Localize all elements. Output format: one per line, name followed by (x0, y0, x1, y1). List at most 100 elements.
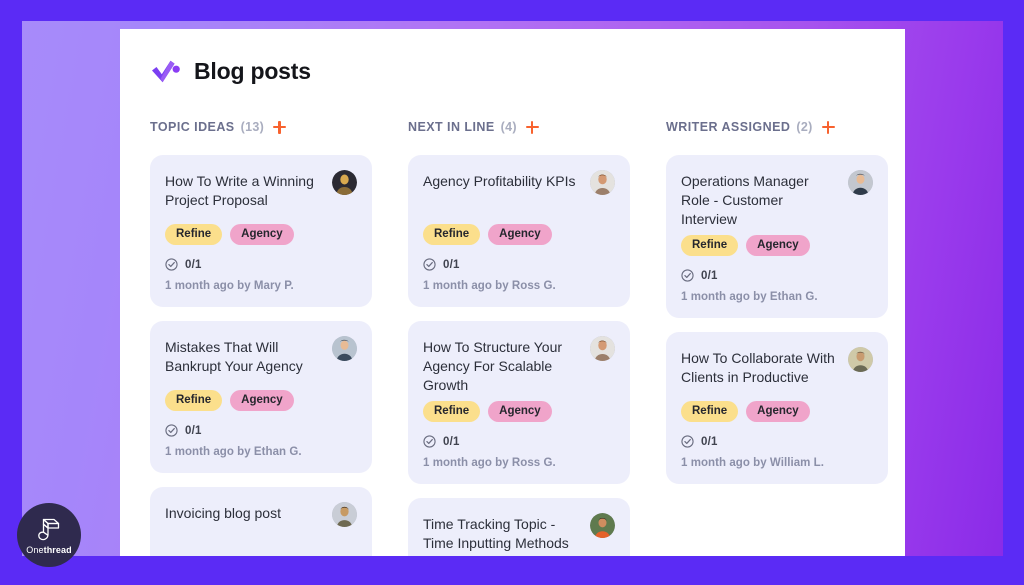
subtask-count: 0/1 (185, 258, 202, 271)
tag-agency[interactable]: Agency (230, 390, 294, 411)
card-meta: 0/1 (681, 269, 873, 282)
tag-refine[interactable]: Refine (681, 401, 739, 422)
card-footer: 1 month ago by Ross G. (423, 457, 556, 469)
tag-agency[interactable]: Agency (488, 401, 552, 422)
column-title: WRITER ASSIGNED (666, 120, 791, 134)
avatar[interactable] (848, 347, 873, 372)
card-list: Operations Manager Role - Customer Inter… (666, 155, 888, 484)
column-title: TOPIC IDEAS (150, 120, 235, 134)
card-title: How To Structure Your Agency For Scalabl… (423, 339, 563, 393)
card-title: Mistakes That Will Bankrupt Your Agency (165, 339, 303, 374)
plus-icon[interactable] (273, 120, 287, 134)
card-title: Time Tracking Topic - Time Inputting Met… (423, 516, 569, 551)
board-column-next-in-line: NEXT IN LINE (4) Agency Profitability KP… (408, 118, 630, 556)
avatar[interactable] (590, 513, 615, 538)
subtask-count: 0/1 (443, 435, 460, 448)
card-top: Mistakes That Will Bankrupt Your Agency (165, 336, 357, 384)
subtask-count: 0/1 (701, 269, 718, 282)
subtask-count: 0/1 (185, 424, 202, 437)
check-logo-icon (152, 60, 180, 82)
avatar[interactable] (590, 336, 615, 361)
column-count: (4) (500, 120, 517, 134)
card-top: How To Collaborate With Clients in Produ… (681, 347, 873, 395)
tag-refine[interactable]: Refine (423, 224, 481, 245)
badge-prefix: One (26, 544, 44, 555)
tag-list: Refine Agency (423, 224, 615, 245)
task-card[interactable]: How To Write a Winning Project Proposal … (150, 155, 372, 307)
tag-list: Refine Agency (423, 401, 615, 422)
plus-icon[interactable] (525, 120, 539, 134)
check-circle-icon (423, 435, 436, 448)
card-top: Operations Manager Role - Customer Inter… (681, 170, 873, 229)
card-top: Invoicing blog post (165, 502, 357, 550)
board-column-topic-ideas: TOPIC IDEAS (13) How To Write a Winning … (150, 118, 372, 556)
card-footer: 1 month ago by Mary P. (165, 280, 294, 292)
card-footer: 1 month ago by Ross G. (423, 280, 556, 292)
tag-agency[interactable]: Agency (230, 224, 294, 245)
avatar[interactable] (848, 170, 873, 195)
card-top: How To Structure Your Agency For Scalabl… (423, 336, 615, 395)
subtask-count: 0/1 (701, 435, 718, 448)
check-circle-icon (423, 258, 436, 271)
card-meta: 0/1 (165, 424, 357, 437)
card-meta: 0/1 (423, 258, 615, 271)
card-meta: 0/1 (681, 435, 873, 448)
column-header: NEXT IN LINE (4) (408, 118, 630, 136)
card-meta: 0/1 (423, 435, 615, 448)
card-top: How To Write a Winning Project Proposal (165, 170, 357, 218)
card-footer: 1 month ago by Ethan G. (165, 446, 302, 458)
check-circle-icon (165, 424, 178, 437)
card-footer: 1 month ago by Ethan G. (681, 291, 818, 303)
card-title: Agency Profitability KPIs (423, 173, 576, 189)
card-top: Agency Profitability KPIs (423, 170, 615, 218)
tag-refine[interactable]: Refine (681, 235, 739, 256)
tag-agency[interactable]: Agency (488, 224, 552, 245)
card-title: Invoicing blog post (165, 505, 281, 521)
column-count: (2) (796, 120, 813, 134)
task-card[interactable]: Operations Manager Role - Customer Inter… (666, 155, 888, 318)
card-meta: 0/1 (165, 258, 357, 271)
tag-refine[interactable]: Refine (165, 390, 223, 411)
task-card[interactable]: How To Collaborate With Clients in Produ… (666, 332, 888, 484)
avatar[interactable] (332, 502, 357, 527)
avatar[interactable] (332, 170, 357, 195)
check-circle-icon (165, 258, 178, 271)
page-title: Blog posts (194, 58, 311, 84)
task-card[interactable]: Invoicing blog post Refine Agency 0/1 (150, 487, 372, 556)
card-list: Agency Profitability KPIs Refine Agency … (408, 155, 630, 556)
task-card[interactable]: Time Tracking Topic - Time Inputting Met… (408, 498, 630, 556)
card-list: How To Write a Winning Project Proposal … (150, 155, 372, 556)
avatar[interactable] (590, 170, 615, 195)
task-card[interactable]: Agency Profitability KPIs Refine Agency … (408, 155, 630, 307)
subtask-count: 0/1 (443, 258, 460, 271)
avatar[interactable] (332, 336, 357, 361)
board-column-writer-assigned: WRITER ASSIGNED (2) Operations Manager R… (666, 118, 888, 556)
card-top: Time Tracking Topic - Time Inputting Met… (423, 513, 615, 556)
tag-agency[interactable]: Agency (746, 401, 810, 422)
tag-refine[interactable]: Refine (423, 401, 481, 422)
card-title: How To Write a Winning Project Proposal (165, 173, 314, 208)
tag-list: Refine Agency (681, 235, 873, 256)
check-circle-icon (681, 435, 694, 448)
badge-label: Onethread (26, 544, 72, 555)
app-window: Blog posts TOPIC IDEAS (13) How To Write… (120, 29, 905, 556)
task-card[interactable]: Mistakes That Will Bankrupt Your Agency … (150, 321, 372, 473)
card-title: Operations Manager Role - Customer Inter… (681, 173, 809, 227)
column-title: NEXT IN LINE (408, 120, 495, 134)
card-footer: 1 month ago by William L. (681, 457, 824, 469)
tag-list: Refine Agency (165, 390, 357, 411)
kanban-board: TOPIC IDEAS (13) How To Write a Winning … (120, 85, 905, 556)
card-title: How To Collaborate With Clients in Produ… (681, 350, 835, 385)
tag-list: Refine Agency (165, 224, 357, 245)
badge-suffix: thread (43, 544, 72, 555)
task-card[interactable]: How To Structure Your Agency For Scalabl… (408, 321, 630, 484)
screenshot-stage: Blog posts TOPIC IDEAS (13) How To Write… (0, 0, 1024, 585)
tag-list: Refine Agency (681, 401, 873, 422)
plus-icon[interactable] (821, 120, 835, 134)
tag-agency[interactable]: Agency (746, 235, 810, 256)
column-header: TOPIC IDEAS (13) (150, 118, 372, 136)
column-header: WRITER ASSIGNED (2) (666, 118, 888, 136)
onethread-logo-badge: Onethread (17, 503, 81, 567)
tag-refine[interactable]: Refine (165, 224, 223, 245)
column-count: (13) (240, 120, 265, 134)
